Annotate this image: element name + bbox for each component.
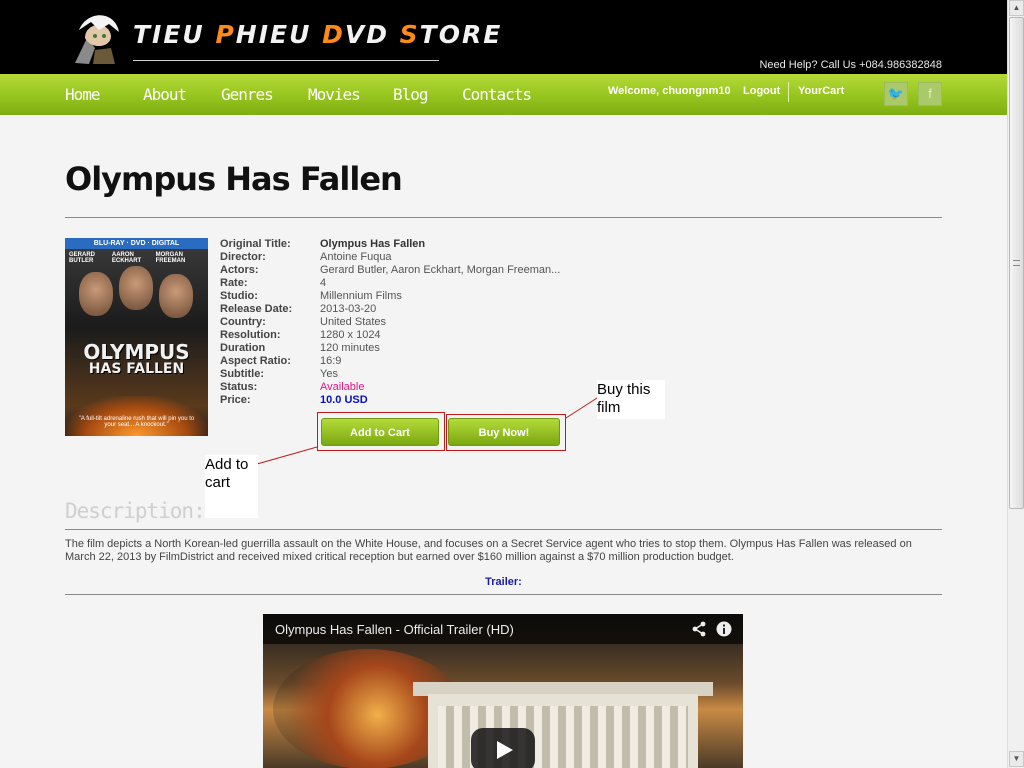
detail-row: Original Title: Olympus Has Fallen	[220, 238, 426, 250]
description-heading: Description:	[65, 499, 206, 523]
status-badge: Available	[320, 381, 365, 393]
description-divider	[65, 529, 942, 530]
logout-link[interactable]: Logout	[743, 85, 780, 97]
logo-wordmark: TIEU PHIEU DVD STORE	[133, 20, 503, 49]
nav-home[interactable]: Home	[65, 85, 101, 104]
video-title-bar: Olympus Has Fallen - Official Trailer (H…	[263, 614, 743, 644]
page-scrollbar[interactable]: ▲ ▼	[1007, 0, 1024, 768]
video-title[interactable]: Olympus Has Fallen - Official Trailer (H…	[275, 622, 514, 637]
site-header: TIEU PHIEU DVD STORE Need Help? Call Us …	[0, 0, 1007, 74]
scroll-up-arrow-icon[interactable]: ▲	[1009, 0, 1024, 16]
trailer-label: Trailer:	[485, 576, 522, 588]
twitter-icon[interactable]: 🐦	[884, 82, 908, 106]
poster-title: OLYMPUS HAS FALLEN	[83, 340, 190, 377]
your-cart-link[interactable]: YourCart	[798, 85, 844, 97]
nav-blog[interactable]: Blog	[393, 85, 429, 104]
scroll-grip-icon	[1013, 260, 1020, 266]
detail-row: Studio: Millennium Films	[220, 290, 402, 302]
detail-row: Subtitle: Yes	[220, 368, 338, 380]
poster-quote: "A full-tilt adrenaline rush that will p…	[78, 416, 195, 428]
mascot-logo-icon	[75, 15, 119, 64]
share-icon[interactable]	[691, 621, 707, 637]
buy-now-button[interactable]: Buy Now!	[448, 418, 560, 446]
poster-faces	[79, 266, 199, 336]
info-icon[interactable]	[716, 621, 732, 637]
nav-divider	[788, 82, 789, 102]
site-logo[interactable]: TIEU PHIEU DVD STORE	[65, 8, 500, 66]
nav-movies[interactable]: Movies	[308, 85, 361, 104]
add-to-cart-button[interactable]: Add to Cart	[321, 418, 439, 446]
rate-value: 4	[320, 277, 327, 289]
director-value: Antoine Fuqua	[320, 251, 392, 263]
detail-row: Release Date: 2013-03-20	[220, 303, 377, 315]
logo-underline	[133, 60, 439, 61]
poster-format-banner: BLU-RAY · DVD · DIGITAL	[65, 238, 208, 249]
resolution-value: 1280 x 1024	[320, 329, 381, 341]
detail-row: Resolution: 1280 x 1024	[220, 329, 381, 341]
title-divider	[65, 217, 942, 218]
country-value: United States	[320, 316, 387, 328]
description-text: The film depicts a North Korean-led guer…	[65, 538, 912, 563]
welcome-user[interactable]: Welcome, chuongnm10	[608, 85, 731, 97]
actors-value: Gerard Butler, Aaron Eckhart, Morgan Fre…	[320, 264, 561, 276]
facebook-icon[interactable]: f	[918, 82, 942, 106]
detail-row: Director: Antoine Fuqua	[220, 251, 392, 263]
detail-row: Price: 10.0 USD	[220, 394, 368, 406]
release-date-value: 2013-03-20	[320, 303, 377, 315]
nav-genres[interactable]: Genres	[221, 85, 274, 104]
poster-cast-names: GERARD BUTLER AARON ECKHART MORGAN FREEMAN	[69, 252, 186, 264]
original-title-value: Olympus Has Fallen	[320, 238, 426, 250]
movie-poster: BLU-RAY · DVD · DIGITAL GERARD BUTLER AAR…	[65, 238, 208, 436]
price-value: 10.0 USD	[320, 394, 368, 406]
studio-value: Millennium Films	[320, 290, 402, 302]
main-nav: Home About Genres Movies Blog Contacts W…	[0, 74, 1007, 115]
detail-row: Aspect Ratio: 16:9	[220, 355, 342, 367]
duration-value: 120 minutes	[320, 342, 380, 354]
play-button[interactable]	[471, 728, 535, 768]
add-to-cart-callout: Add to cart	[205, 455, 258, 518]
trailer-divider	[65, 594, 942, 595]
subtitle-value: Yes	[320, 368, 338, 380]
scroll-down-arrow-icon[interactable]: ▼	[1009, 751, 1024, 767]
detail-row: Country: United States	[220, 316, 387, 328]
scrollbar-thumb[interactable]	[1009, 17, 1024, 509]
detail-row: Duration 120 minutes	[220, 342, 380, 354]
movie-details: Original Title: Olympus Has Fallen Direct…	[220, 238, 560, 407]
help-phone: Need Help? Call Us +084.986382848	[759, 59, 942, 71]
page-title: Olympus Has Fallen	[65, 160, 403, 198]
trailer-video-player[interactable]: Olympus Has Fallen - Official Trailer (H…	[263, 614, 743, 768]
nav-about[interactable]: About	[143, 85, 187, 104]
detail-row: Status: Available	[220, 381, 365, 393]
detail-row: Rate: 4	[220, 277, 327, 289]
buy-callout: Buy this film	[597, 380, 665, 419]
detail-row: Actors: Gerard Butler, Aaron Eckhart, Mor…	[220, 264, 561, 276]
nav-contacts[interactable]: Contacts	[462, 85, 532, 104]
aspect-ratio-value: 16:9	[320, 355, 342, 367]
